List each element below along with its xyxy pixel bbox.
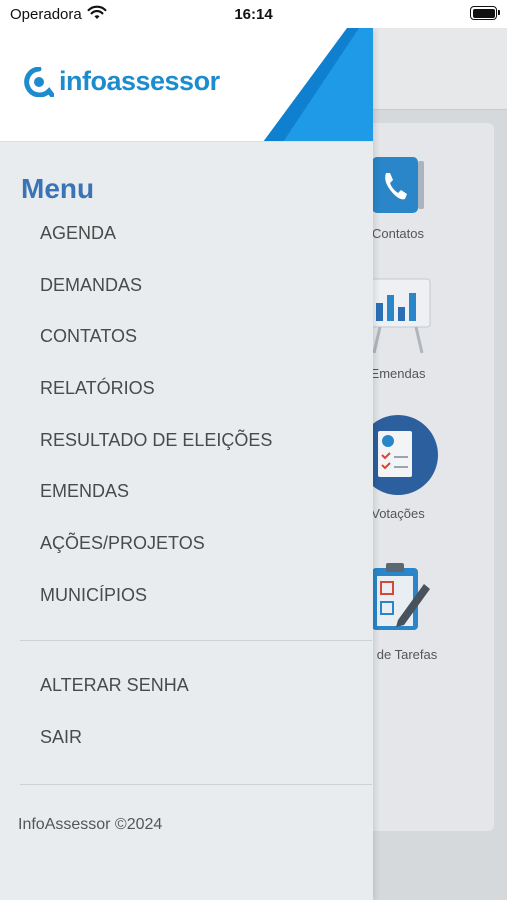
menu-divider bbox=[20, 640, 372, 641]
menu-item-acoes-projetos[interactable]: AÇÕES/PROJETOS bbox=[40, 528, 272, 580]
logo-text: infoassessor bbox=[59, 66, 220, 96]
app-logo: infoassessor bbox=[24, 66, 220, 97]
phone-book-icon bbox=[372, 157, 424, 213]
footer-divider bbox=[20, 784, 372, 785]
menu-item-demandas[interactable]: DEMANDAS bbox=[40, 270, 272, 322]
clock: 16:14 bbox=[234, 6, 273, 23]
menu-item-contatos[interactable]: CONTATOS bbox=[40, 321, 272, 373]
menu-item-sair[interactable]: SAIR bbox=[40, 722, 189, 774]
status-bar: Operadora 16:14 bbox=[0, 0, 507, 28]
menu-item-alterar-senha[interactable]: ALTERAR SENHA bbox=[40, 670, 189, 722]
battery-icon bbox=[470, 6, 500, 20]
menu-item-municipios[interactable]: MUNICÍPIOS bbox=[40, 580, 272, 632]
menu-title: Menu bbox=[21, 173, 95, 204]
account-menu: ALTERAR SENHA SAIR bbox=[40, 670, 189, 773]
main-menu: AGENDA DEMANDAS CONTATOS RELATÓRIOS RESU… bbox=[40, 218, 272, 632]
header-stripe-decoration bbox=[263, 28, 373, 141]
logo-mark-icon bbox=[24, 66, 54, 97]
menu-item-emendas[interactable]: EMENDAS bbox=[40, 476, 272, 528]
drawer-header: infoassessor bbox=[0, 28, 373, 142]
menu-item-resultado-eleicoes[interactable]: RESULTADO DE ELEIÇÕES bbox=[40, 425, 272, 477]
menu-item-relatorios[interactable]: RELATÓRIOS bbox=[40, 373, 272, 425]
copyright-footer: InfoAssessor ©2024 bbox=[18, 816, 163, 833]
menu-item-agenda[interactable]: AGENDA bbox=[40, 218, 272, 270]
side-drawer: infoassessor Menu AGENDA DEMANDAS CONTAT… bbox=[0, 28, 373, 900]
